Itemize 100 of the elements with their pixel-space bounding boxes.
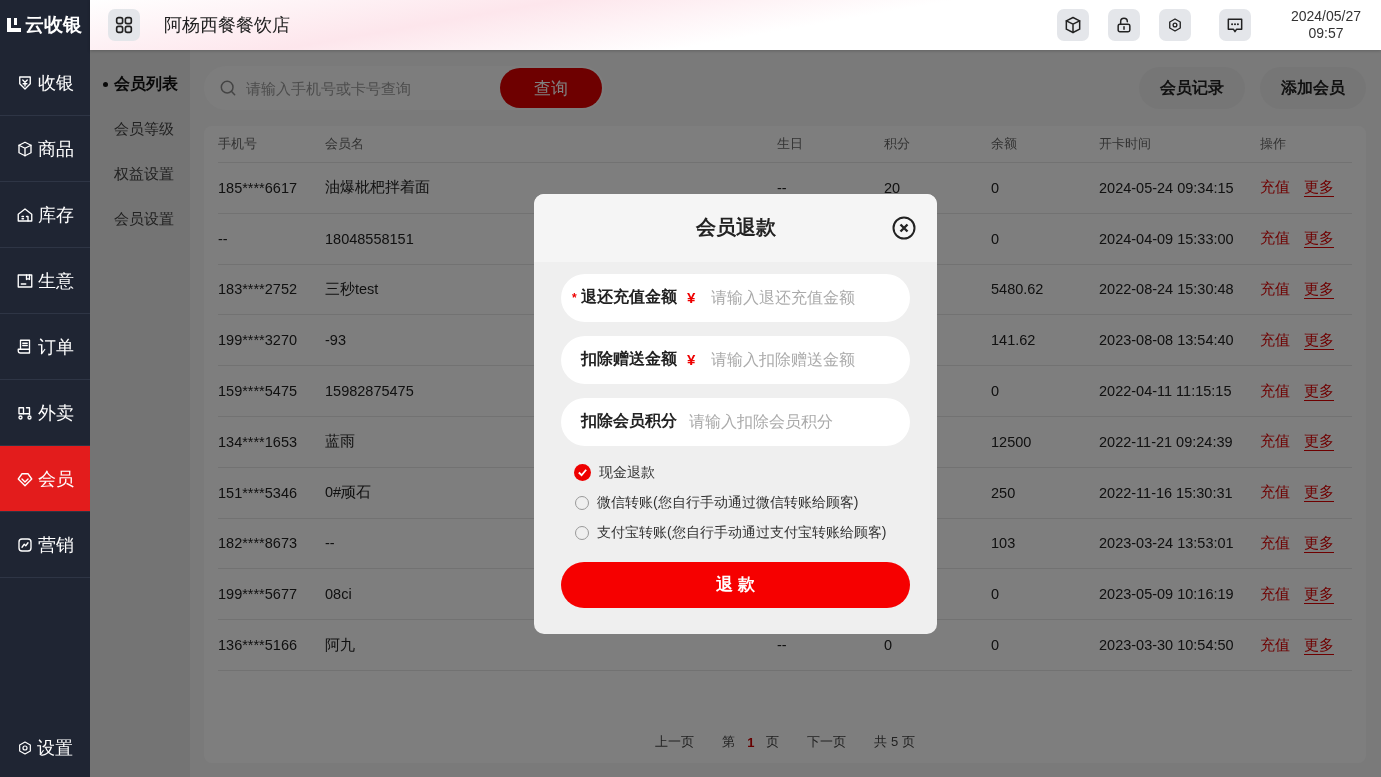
table-cell: 185****6617 bbox=[218, 179, 298, 196]
check-icon bbox=[577, 467, 588, 478]
toolbar-button[interactable]: 添加会员 bbox=[1260, 67, 1366, 109]
table-cell: 5480.62 bbox=[991, 281, 1044, 298]
table-cell: 136****5166 bbox=[218, 637, 298, 654]
radio-button[interactable] bbox=[574, 464, 591, 481]
close-icon[interactable] bbox=[892, 215, 916, 240]
table-cell: 0 bbox=[991, 383, 1000, 400]
table-cell: 2023-03-24 13:53:01 bbox=[1099, 535, 1234, 552]
settings-icon bbox=[1166, 16, 1184, 34]
more-link[interactable]: 更多 bbox=[1304, 280, 1334, 299]
currency-symbol: ¥ bbox=[687, 289, 696, 306]
table-cell: -- bbox=[777, 179, 787, 196]
message-button[interactable] bbox=[1219, 9, 1251, 41]
brand-name: 云收银 bbox=[25, 13, 82, 37]
field-label: 扣除赠送金额 bbox=[581, 349, 677, 369]
table-cell: 199****5677 bbox=[218, 586, 298, 603]
table-cell: 阿九 bbox=[325, 635, 355, 655]
padlock-icon bbox=[1114, 15, 1134, 35]
refund-button[interactable]: 退 款 bbox=[561, 561, 910, 608]
column-header: 积分 bbox=[884, 135, 910, 153]
settings-button[interactable] bbox=[1159, 9, 1191, 41]
table-cell: 0 bbox=[991, 179, 1000, 196]
sidebar-item[interactable]: 设置 bbox=[0, 719, 90, 777]
table-cell: 0#顽石 bbox=[325, 483, 372, 503]
table-cell: 0 bbox=[991, 637, 1000, 654]
table-cell: 2022-08-24 15:30:48 bbox=[1099, 281, 1234, 298]
current-page: 1 bbox=[747, 734, 755, 750]
table-cell: 2023-08-08 13:54:40 bbox=[1099, 332, 1234, 349]
recharge-link[interactable]: 充值 bbox=[1260, 635, 1290, 655]
recharge-link[interactable]: 充值 bbox=[1260, 483, 1290, 503]
table-cell: 159****5475 bbox=[218, 383, 298, 400]
more-link[interactable]: 更多 bbox=[1304, 483, 1334, 503]
table-cell: 250 bbox=[991, 484, 1016, 501]
table-cell: 0 bbox=[991, 586, 1000, 603]
recharge-link[interactable]: 充值 bbox=[1260, 178, 1290, 198]
table-cell: 2022-11-21 09:24:39 bbox=[1099, 433, 1233, 450]
column-header: 开卡时间 bbox=[1099, 135, 1151, 153]
table-cell: 141.62 bbox=[991, 332, 1036, 349]
currency-symbol: ¥ bbox=[687, 351, 696, 368]
amount-field[interactable]: 扣除会员积分 请输入扣除会员积分 bbox=[561, 397, 910, 446]
recharge-link[interactable]: 充值 bbox=[1260, 432, 1290, 452]
submenu-item[interactable]: 会员列表 bbox=[90, 62, 190, 107]
toolbar-button[interactable]: 会员记录 bbox=[1139, 67, 1245, 109]
more-link[interactable]: 更多 bbox=[1304, 584, 1334, 604]
amount-field[interactable]: * 退还充值金额 ¥ 请输入退还充值金额 bbox=[561, 273, 910, 322]
more-link[interactable]: 更多 bbox=[1304, 229, 1334, 249]
recharge-link[interactable]: 充值 bbox=[1260, 533, 1290, 553]
submenu-item[interactable]: 会员设置 bbox=[90, 197, 190, 242]
option-label: 现金退款 bbox=[599, 463, 655, 482]
page-label: 页 bbox=[766, 733, 780, 751]
time-text: 09:57 bbox=[1307, 25, 1345, 42]
chart-icon bbox=[16, 535, 34, 554]
table-cell: -- bbox=[777, 637, 787, 654]
table-cell: 油爆枇杷拌着面 bbox=[325, 178, 430, 198]
table-cell: 134****1653 bbox=[218, 433, 298, 450]
table-cell: 08ci bbox=[325, 586, 352, 603]
amount-input[interactable]: 请输入扣除会员积分 bbox=[687, 411, 910, 432]
grid-icon bbox=[113, 14, 135, 36]
payment-option[interactable]: 现金退款 bbox=[575, 463, 897, 482]
table-cell: 0 bbox=[884, 637, 893, 654]
table-cell: 182****8673 bbox=[218, 535, 298, 552]
table-cell: 2024-04-09 15:33:00 bbox=[1099, 230, 1234, 247]
table-cell: 2024-05-24 09:34:15 bbox=[1099, 179, 1234, 196]
recharge-link[interactable]: 充值 bbox=[1260, 584, 1290, 604]
recharge-link[interactable]: 充值 bbox=[1260, 381, 1290, 401]
search-icon bbox=[218, 78, 238, 98]
box-button[interactable] bbox=[1057, 9, 1089, 41]
recharge-link[interactable]: 充值 bbox=[1260, 280, 1290, 299]
amount-input[interactable]: 请输入扣除赠送金额 bbox=[709, 349, 910, 370]
more-link[interactable]: 更多 bbox=[1304, 178, 1334, 198]
cube-icon bbox=[1063, 15, 1083, 35]
recharge-link[interactable]: 充值 bbox=[1260, 330, 1290, 350]
submenu-item[interactable]: 会员等级 bbox=[90, 107, 190, 152]
submenu-item[interactable]: 权益设置 bbox=[90, 152, 190, 197]
table-cell: 2023-05-09 10:16:19 bbox=[1099, 586, 1234, 603]
field-label: 扣除会员积分 bbox=[581, 411, 677, 431]
lock-button[interactable] bbox=[1108, 9, 1140, 41]
apps-button[interactable] bbox=[108, 9, 140, 41]
option-label: 微信转账(您自行手动通过微信转账给顾客) bbox=[597, 493, 859, 512]
table-cell: 183****2752 bbox=[218, 281, 298, 298]
more-link[interactable]: 更多 bbox=[1304, 432, 1334, 452]
table-cell: 2022-04-11 11:15:15 bbox=[1099, 383, 1232, 400]
more-link[interactable]: 更多 bbox=[1304, 635, 1334, 655]
table-cell: 199****3270 bbox=[218, 332, 298, 349]
amount-input[interactable]: 请输入退还充值金额 bbox=[709, 287, 910, 308]
board-icon bbox=[16, 271, 34, 290]
table-cell: 三秒test bbox=[325, 280, 379, 299]
recharge-link[interactable]: 充值 bbox=[1260, 229, 1290, 249]
date-text: 2024/05/27 bbox=[1289, 8, 1363, 25]
sidebar-item[interactable]: 会员 bbox=[0, 446, 90, 512]
search-button[interactable]: 查询 bbox=[500, 68, 602, 108]
more-link[interactable]: 更多 bbox=[1304, 330, 1334, 350]
payment-option[interactable]: 微信转账(您自行手动通过微信转账给顾客) bbox=[575, 493, 897, 512]
required-mark: * bbox=[572, 291, 578, 305]
more-link[interactable]: 更多 bbox=[1304, 533, 1334, 553]
page-total: 共 5 页 bbox=[874, 733, 915, 751]
amount-field[interactable]: 扣除赠送金额 ¥ 请输入扣除赠送金额 bbox=[561, 335, 910, 384]
table-cell: 15982875475 bbox=[325, 383, 414, 400]
more-link[interactable]: 更多 bbox=[1304, 381, 1334, 401]
